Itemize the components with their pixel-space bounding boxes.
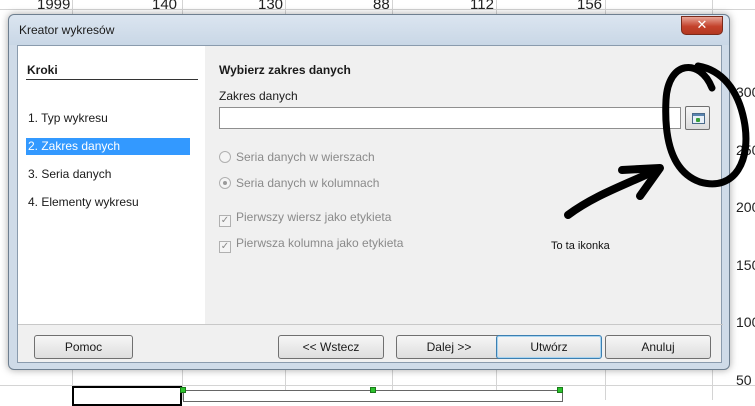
dialog-title: Kreator wykresów bbox=[19, 23, 115, 37]
finish-button[interactable]: Utwórz bbox=[496, 335, 602, 359]
annotation-text: To ta ikonka bbox=[551, 240, 610, 252]
data-range-label: Zakres danych bbox=[219, 89, 298, 103]
radio-label: Seria danych w kolumnach bbox=[236, 176, 380, 190]
steps-sidebar: Kroki 1. Typ wykresu 2. Zakres danych 3.… bbox=[18, 46, 205, 324]
resize-handle[interactable] bbox=[557, 387, 563, 393]
divider bbox=[26, 79, 198, 80]
checkbox-first-column-label[interactable]: ✓ Pierwsza kolumna jako etykieta bbox=[219, 235, 404, 253]
step-chart-type[interactable]: 1. Typ wykresu bbox=[26, 110, 190, 127]
radio-series-in-columns[interactable]: Seria danych w kolumnach bbox=[219, 175, 379, 191]
resize-handle[interactable] bbox=[180, 387, 186, 393]
selected-cell[interactable] bbox=[72, 386, 182, 406]
checkbox[interactable]: ✓ bbox=[219, 215, 231, 227]
section-title: Wybierz zakres danych bbox=[219, 63, 351, 77]
chart-wizard-dialog: Kreator wykresów ✕ Kroki 1. Typ wykresu … bbox=[8, 14, 730, 370]
radio-label: Seria danych w wierszach bbox=[236, 150, 375, 164]
chart-axis-label: 200 bbox=[736, 199, 755, 215]
chart-axis-label: 50 bbox=[736, 372, 752, 388]
sheet-cell[interactable]: 156 bbox=[577, 0, 602, 13]
chart-axis-label: 100 bbox=[736, 314, 755, 330]
chart-axis-label: 250 bbox=[736, 142, 755, 158]
checkbox-label: Pierwsza kolumna jako etykieta bbox=[236, 236, 404, 250]
sheet-cell[interactable]: 1999 bbox=[37, 0, 70, 13]
step-chart-elements[interactable]: 4. Elementy wykresu bbox=[26, 194, 190, 211]
chart-object-frame[interactable] bbox=[180, 387, 563, 402]
shrink-dialog-button[interactable] bbox=[685, 106, 710, 130]
shrink-dialog-icon bbox=[692, 113, 705, 124]
sheet-cell[interactable]: 130 bbox=[258, 0, 283, 13]
steps-title: Kroki bbox=[27, 63, 58, 77]
data-range-input[interactable] bbox=[219, 107, 681, 129]
sheet-cell[interactable]: 88 bbox=[373, 0, 390, 13]
divider bbox=[18, 324, 723, 325]
dialog-content: Kroki 1. Typ wykresu 2. Zakres danych 3.… bbox=[17, 45, 723, 363]
next-button[interactable]: Dalej >> bbox=[396, 335, 502, 359]
close-icon: ✕ bbox=[696, 18, 708, 33]
help-button[interactable]: Pomoc bbox=[34, 335, 133, 359]
sheet-cell[interactable]: 140 bbox=[152, 0, 177, 13]
data-range-panel: Wybierz zakres danych Zakres danych Seri… bbox=[205, 46, 723, 324]
back-button[interactable]: << Wstecz bbox=[278, 335, 384, 359]
radio-series-in-rows[interactable]: Seria danych w wierszach bbox=[219, 149, 375, 165]
checkbox-first-row-label[interactable]: ✓ Pierwszy wiersz jako etykieta bbox=[219, 209, 392, 227]
close-button[interactable]: ✕ bbox=[681, 16, 723, 35]
chart-axis-label: 150 bbox=[736, 257, 755, 273]
step-data-series[interactable]: 3. Seria danych bbox=[26, 166, 190, 183]
radio-button[interactable] bbox=[219, 177, 231, 189]
step-data-range[interactable]: 2. Zakres danych bbox=[26, 138, 190, 155]
cancel-button[interactable]: Anuluj bbox=[605, 335, 711, 359]
chart-axis-label: 300 bbox=[736, 84, 755, 100]
sheet-cell[interactable]: 112 bbox=[470, 0, 494, 13]
resize-handle[interactable] bbox=[370, 387, 376, 393]
checkbox-label: Pierwszy wiersz jako etykieta bbox=[236, 210, 392, 224]
title-bar[interactable]: Kreator wykresów ✕ bbox=[9, 15, 729, 45]
radio-button[interactable] bbox=[219, 151, 231, 163]
checkbox[interactable]: ✓ bbox=[219, 241, 231, 253]
